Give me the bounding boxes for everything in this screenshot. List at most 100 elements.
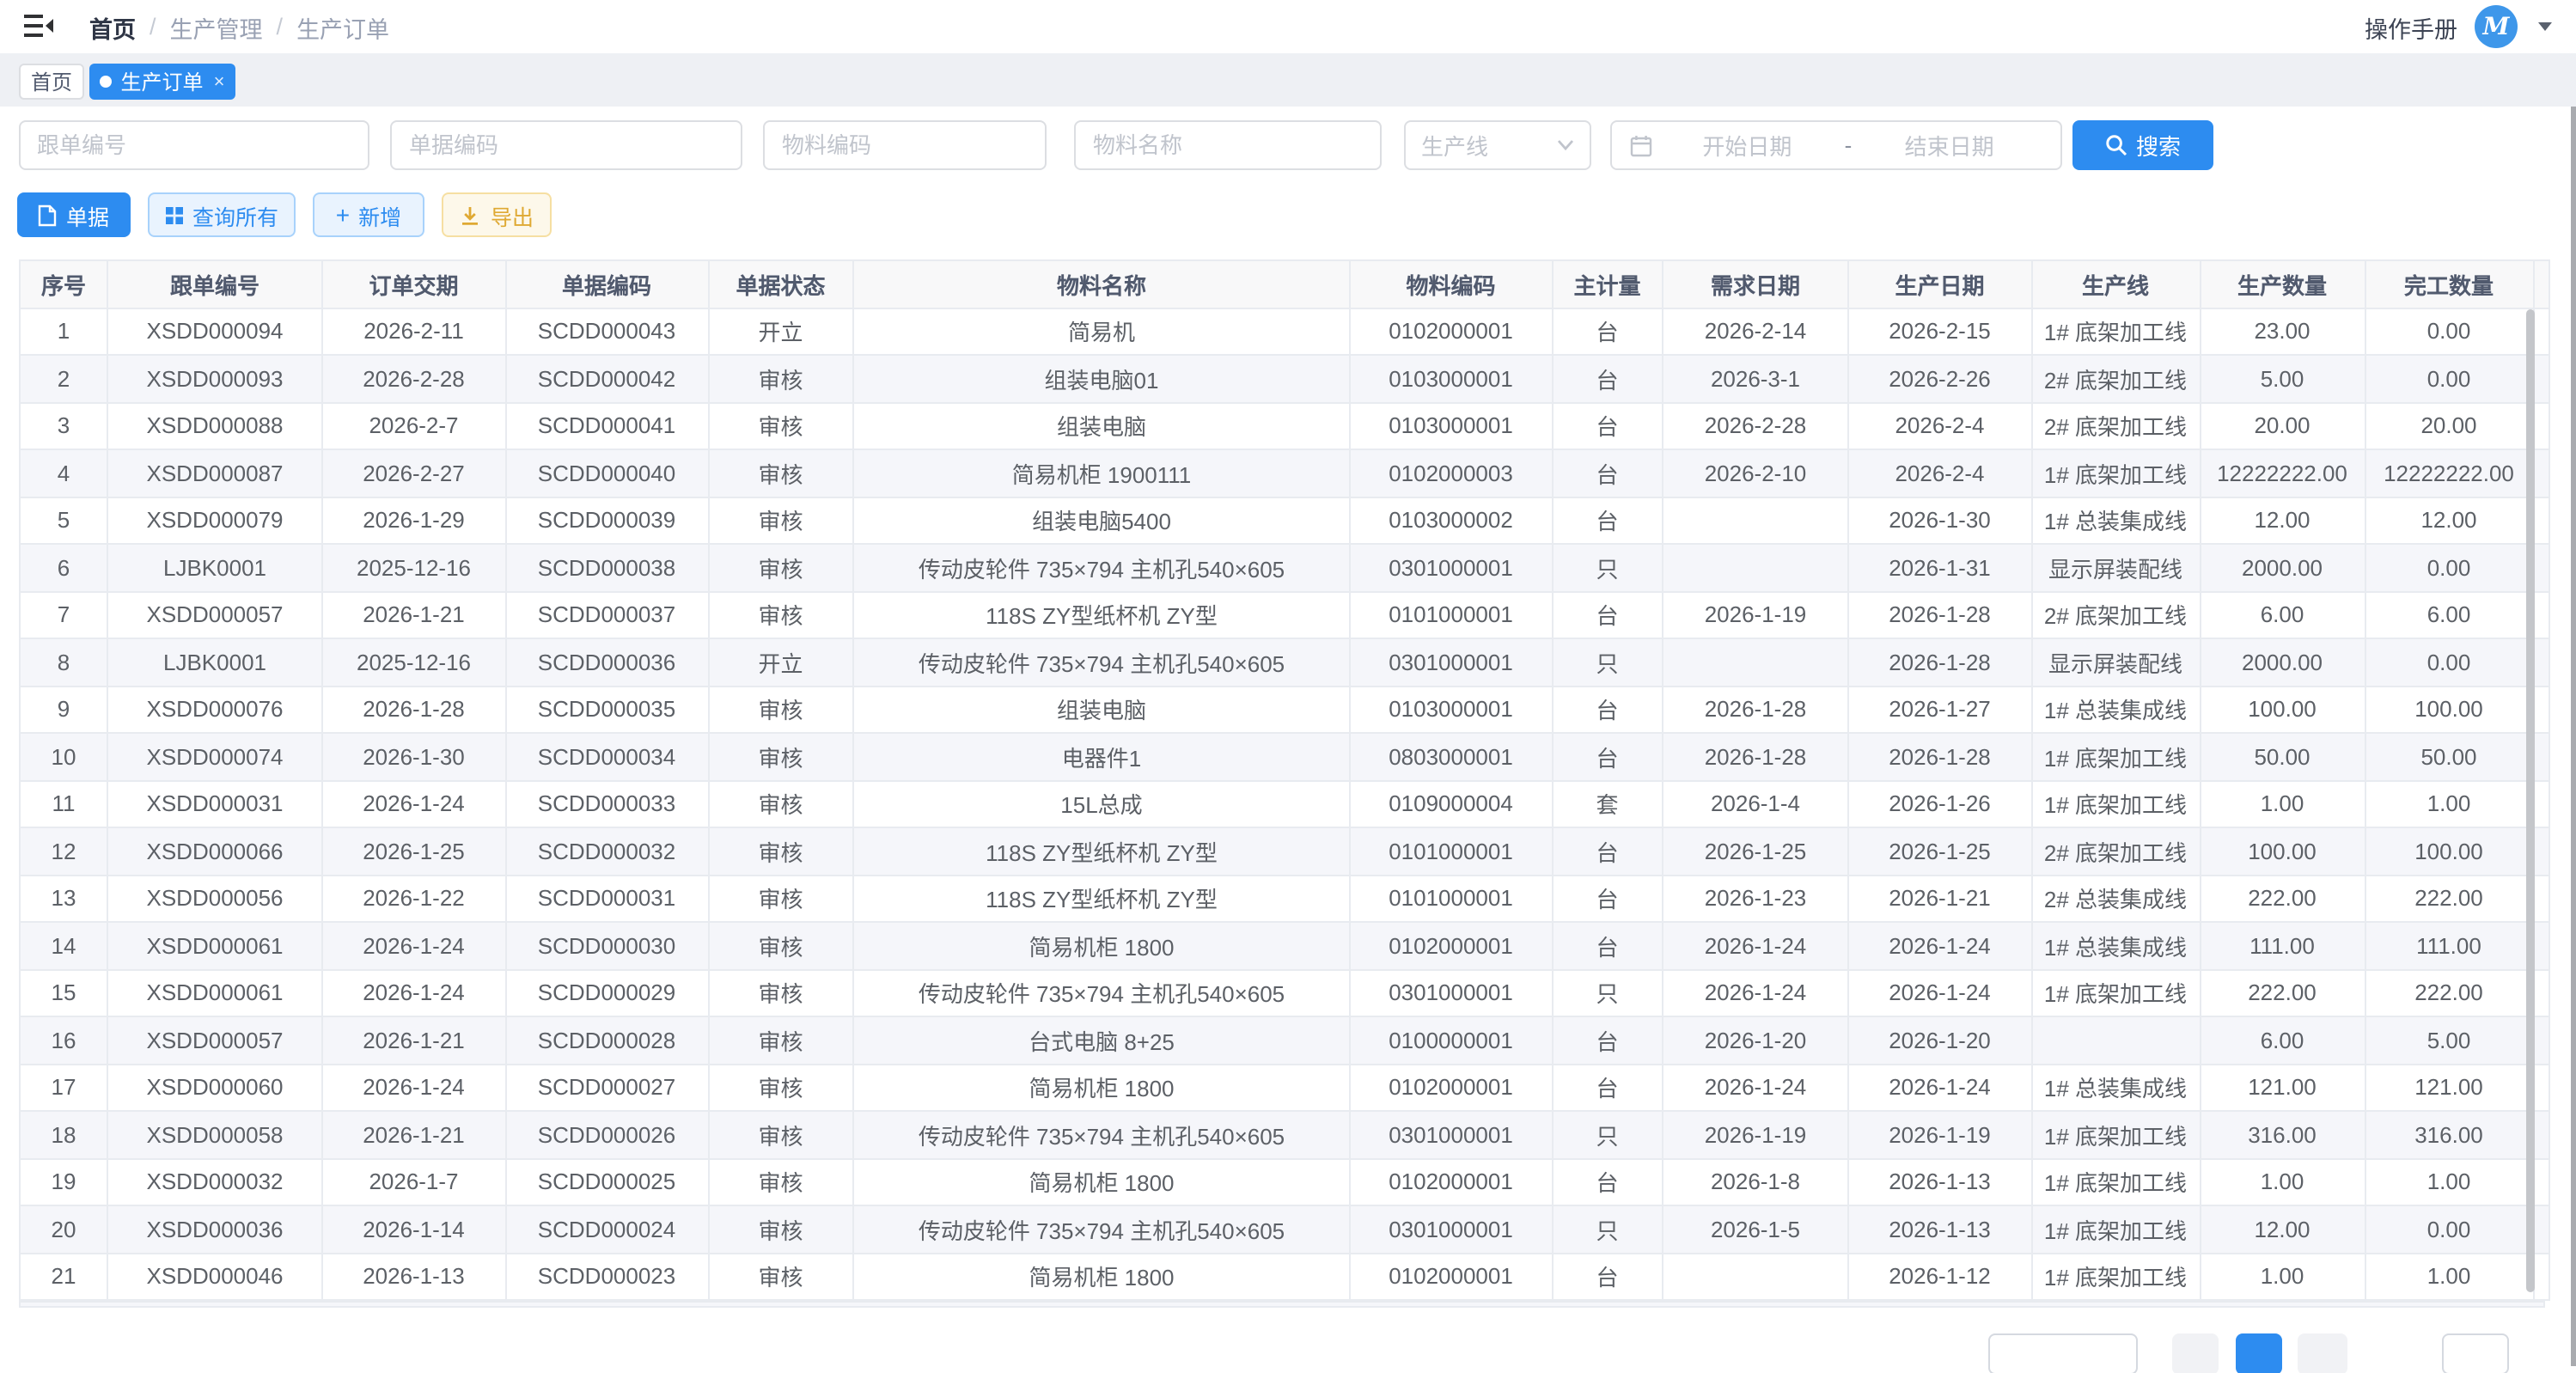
- production-line-cell: 1# 底架加工线: [2031, 1158, 2200, 1205]
- order-delivery-date-cell: 2026-2-7: [322, 402, 505, 449]
- material-code-input[interactable]: [763, 120, 1047, 170]
- production-qty-cell: 222.00: [2200, 969, 2365, 1016]
- doc-status-cell: 审核: [708, 1205, 853, 1253]
- close-icon[interactable]: ×: [214, 71, 225, 92]
- sidebar-collapse-icon[interactable]: [24, 12, 55, 40]
- demand-date-cell: 2026-2-14: [1663, 308, 1848, 355]
- pagination-current-page[interactable]: [2236, 1333, 2282, 1373]
- unit-cell: 只: [1552, 638, 1663, 686]
- row-index-cell: 8: [20, 638, 107, 686]
- unit-cell: 只: [1552, 1111, 1663, 1158]
- completed-qty-cell: 111.00: [2365, 922, 2533, 969]
- row-filler-cell: [2533, 544, 2549, 591]
- tracking-number-input[interactable]: [18, 120, 369, 170]
- doc-status-cell: 审核: [708, 1064, 853, 1111]
- production-date-cell: 2026-1-28: [1848, 733, 2031, 780]
- tab-production-order[interactable]: 生产订单 ×: [89, 64, 235, 100]
- doc-code-link[interactable]: SCDD000042: [505, 355, 708, 402]
- unit-cell: 台: [1552, 402, 1663, 449]
- tracking-number-cell: XSDD000093: [107, 355, 322, 402]
- search-button[interactable]: 搜索: [2072, 120, 2213, 170]
- doc-code-link[interactable]: SCDD000027: [505, 1064, 708, 1111]
- doc-code-link[interactable]: SCDD000035: [505, 686, 708, 733]
- tab-home[interactable]: 首页: [19, 64, 84, 100]
- tracking-number-cell: LJBK0001: [107, 638, 322, 686]
- doc-code-link[interactable]: SCDD000023: [505, 1253, 708, 1300]
- pagination-jump-input[interactable]: [2442, 1333, 2509, 1373]
- material-name-cell: 传动皮轮件 735×794 主机孔540×605: [853, 544, 1350, 591]
- pagination-next-button[interactable]: [2298, 1333, 2347, 1373]
- production-qty-cell: 1.00: [2200, 1253, 2365, 1300]
- doc-code-link[interactable]: SCDD000041: [505, 402, 708, 449]
- production-date-cell: 2026-2-4: [1848, 449, 2031, 497]
- order-delivery-date-cell: 2026-2-28: [322, 355, 505, 402]
- completed-qty-cell: 1.00: [2365, 780, 2533, 827]
- chevron-down-icon[interactable]: [2538, 22, 2552, 31]
- material-name-cell: 组装电脑5400: [853, 497, 1350, 544]
- completed-qty-cell: 0.00: [2365, 308, 2533, 355]
- column-header-12: 完工数量: [2365, 260, 2533, 308]
- production-line-cell: 2# 底架加工线: [2031, 591, 2200, 638]
- order-delivery-date-cell: 2026-1-24: [322, 780, 505, 827]
- doc-code-link[interactable]: SCDD000026: [505, 1111, 708, 1158]
- material-name-cell: 15L总成: [853, 780, 1350, 827]
- doc-code-link[interactable]: SCDD000029: [505, 969, 708, 1016]
- pagination-prev-button[interactable]: [2172, 1333, 2219, 1373]
- doc-code-input[interactable]: [390, 120, 742, 170]
- material-code-cell: 0103000001: [1350, 402, 1552, 449]
- doc-code-link[interactable]: SCDD000037: [505, 591, 708, 638]
- unit-cell: 台: [1552, 686, 1663, 733]
- production-qty-cell: 121.00: [2200, 1064, 2365, 1111]
- operation-manual-link[interactable]: 操作手册: [2365, 9, 2457, 44]
- row-index-cell: 6: [20, 544, 107, 591]
- completed-qty-cell: 222.00: [2365, 875, 2533, 922]
- doc-code-link[interactable]: SCDD000024: [505, 1205, 708, 1253]
- start-date-placeholder[interactable]: 开始日期: [1653, 129, 1841, 162]
- doc-code-link[interactable]: SCDD000039: [505, 497, 708, 544]
- document-button[interactable]: 单据: [17, 192, 131, 237]
- table-scrollbar-thumb[interactable]: [2525, 309, 2535, 1292]
- material-code-cell: 0103000001: [1350, 686, 1552, 733]
- breadcrumb-home[interactable]: 首页: [89, 9, 136, 44]
- doc-status-cell: 审核: [708, 969, 853, 1016]
- doc-code-link[interactable]: SCDD000033: [505, 780, 708, 827]
- doc-status-cell: 开立: [708, 308, 853, 355]
- doc-code-link[interactable]: SCDD000036: [505, 638, 708, 686]
- avatar[interactable]: M: [2475, 5, 2518, 48]
- order-delivery-date-cell: 2026-1-24: [322, 969, 505, 1016]
- production-line-cell: 1# 底架加工线: [2031, 1205, 2200, 1253]
- query-all-button[interactable]: 查询所有: [148, 192, 296, 237]
- production-date-cell: 2026-1-26: [1848, 780, 2031, 827]
- doc-code-link[interactable]: SCDD000040: [505, 449, 708, 497]
- table-row: 1 XSDD000094 2026-2-11 SCDD000043 开立 简易机…: [20, 308, 2549, 355]
- doc-code-link[interactable]: SCDD000025: [505, 1158, 708, 1205]
- doc-code-link[interactable]: SCDD000034: [505, 733, 708, 780]
- material-name-input[interactable]: [1074, 120, 1382, 170]
- doc-code-link[interactable]: SCDD000028: [505, 1016, 708, 1064]
- window-scrollbar-thumb[interactable]: [2570, 107, 2576, 1366]
- breadcrumb-production-mgmt[interactable]: 生产管理: [170, 9, 263, 44]
- export-button[interactable]: 导出: [442, 192, 552, 237]
- material-name-cell: 简易机柜 1800: [853, 1158, 1350, 1205]
- search-button-label: 搜索: [2136, 129, 2181, 162]
- doc-code-link[interactable]: SCDD000030: [505, 922, 708, 969]
- production-qty-cell: 2000.00: [2200, 638, 2365, 686]
- doc-code-link[interactable]: SCDD000038: [505, 544, 708, 591]
- row-filler-cell: [2533, 1111, 2549, 1158]
- doc-code-link[interactable]: SCDD000043: [505, 308, 708, 355]
- unit-cell: 台: [1552, 449, 1663, 497]
- end-date-placeholder[interactable]: 结束日期: [1855, 129, 2043, 162]
- demand-date-cell: 2026-1-24: [1663, 922, 1848, 969]
- row-filler-cell: [2533, 449, 2549, 497]
- doc-code-link[interactable]: SCDD000031: [505, 875, 708, 922]
- date-range-picker[interactable]: 开始日期 - 结束日期: [1610, 120, 2062, 170]
- production-qty-cell: 100.00: [2200, 686, 2365, 733]
- doc-status-cell: 审核: [708, 591, 853, 638]
- tracking-number-cell: XSDD000031: [107, 780, 322, 827]
- production-line-select[interactable]: 生产线: [1404, 120, 1591, 170]
- demand-date-cell: 2026-1-19: [1663, 1111, 1848, 1158]
- add-button[interactable]: + 新增: [313, 192, 424, 237]
- pagination-page-size-select[interactable]: [1988, 1333, 2138, 1373]
- doc-status-cell: 审核: [708, 497, 853, 544]
- doc-code-link[interactable]: SCDD000032: [505, 827, 708, 875]
